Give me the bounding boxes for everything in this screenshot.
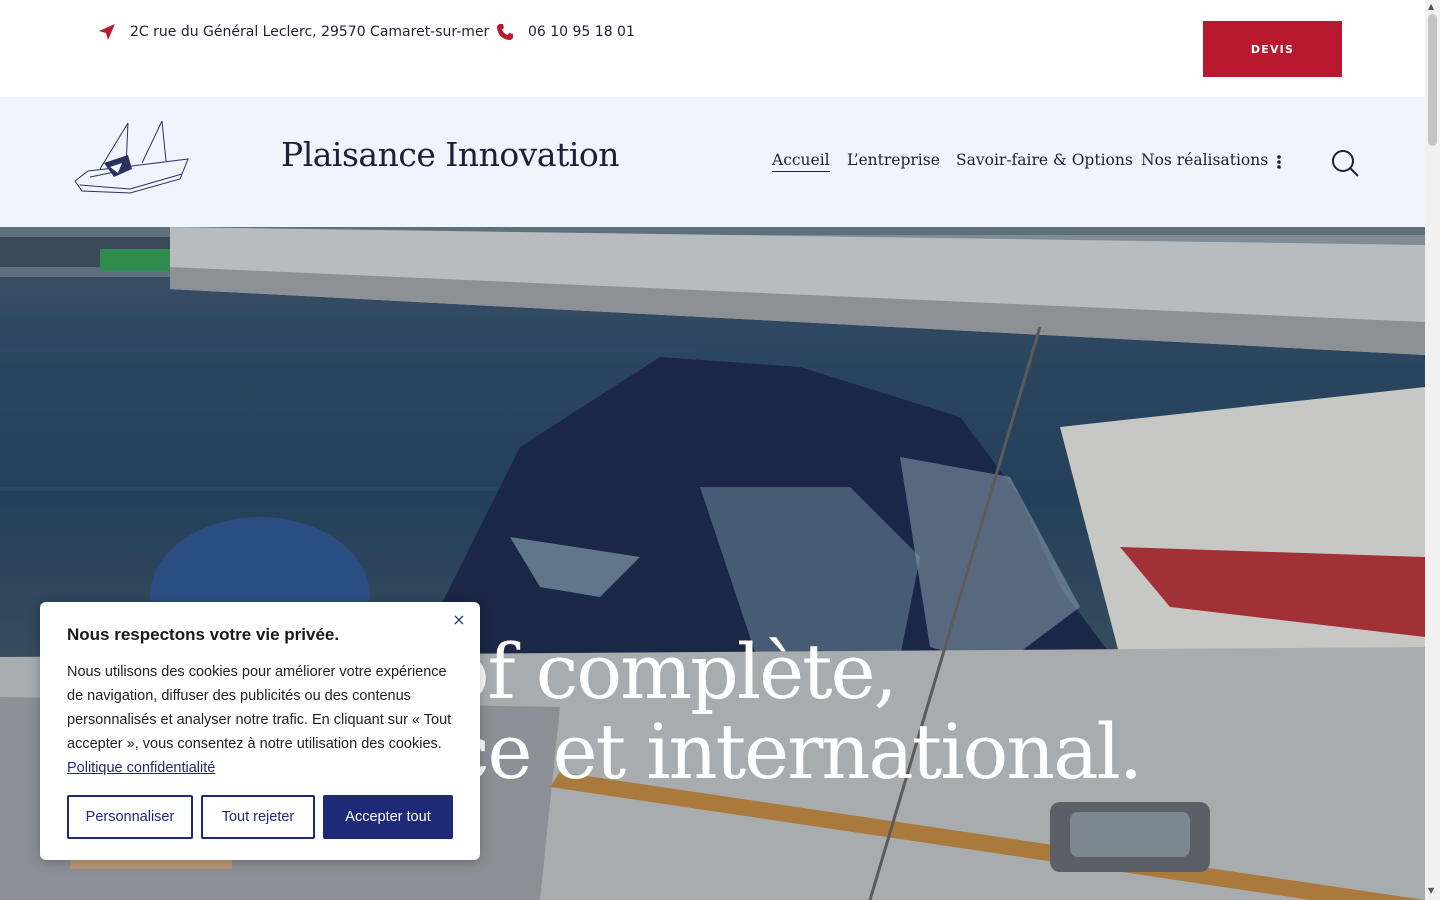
nav-realisations[interactable]: Nos réalisations — [1141, 151, 1268, 169]
phone-text[interactable]: 06 10 95 18 01 — [528, 24, 635, 40]
scrollbar-thumb[interactable] — [1428, 14, 1437, 146]
cookie-title: Nous respectons votre vie privée. — [67, 625, 340, 644]
accept-all-button[interactable]: Accepter tout — [323, 795, 453, 839]
phone-icon — [497, 24, 513, 40]
phone-contact[interactable]: 06 10 95 18 01 — [496, 23, 635, 41]
scroll-down-arrow-icon[interactable]: ▼ — [1428, 886, 1434, 895]
site-header: Plaisance Innovation Accueil L’entrepris… — [0, 97, 1425, 227]
hero-heading: oof complète, nce et international. — [400, 627, 1143, 796]
brand-name[interactable]: Plaisance Innovation — [281, 135, 620, 174]
cookie-consent-dialog: × Nous respectons votre vie privée. Nous… — [40, 602, 480, 860]
sailboat-logo-icon[interactable] — [70, 119, 196, 197]
nav-accueil[interactable]: Accueil — [772, 151, 830, 172]
nav-entreprise[interactable]: L’entreprise — [847, 151, 940, 169]
more-vertical-icon[interactable] — [1276, 155, 1282, 169]
cookie-description: Nous utilisons des cookies pour améliore… — [67, 660, 457, 780]
address-contact: 2C rue du Général Leclerc, 29570 Camaret… — [98, 23, 489, 41]
scroll-up-arrow-icon[interactable]: ▲ — [1428, 2, 1434, 11]
location-arrow-icon — [99, 24, 115, 40]
devis-button[interactable]: DEVIS — [1203, 21, 1342, 77]
search-icon[interactable] — [1331, 149, 1359, 177]
close-icon[interactable]: × — [450, 610, 468, 629]
privacy-policy-link[interactable]: Politique confidentialité — [67, 760, 215, 776]
customize-button[interactable]: Personnaliser — [67, 795, 193, 839]
cookie-text: Nous utilisons des cookies pour améliore… — [67, 664, 452, 752]
nav-savoir-faire[interactable]: Savoir-faire & Options — [956, 151, 1133, 169]
top-contact-bar: 2C rue du Général Leclerc, 29570 Camaret… — [0, 0, 1425, 97]
address-text: 2C rue du Général Leclerc, 29570 Camaret… — [130, 24, 490, 40]
reject-all-button[interactable]: Tout rejeter — [201, 795, 315, 839]
